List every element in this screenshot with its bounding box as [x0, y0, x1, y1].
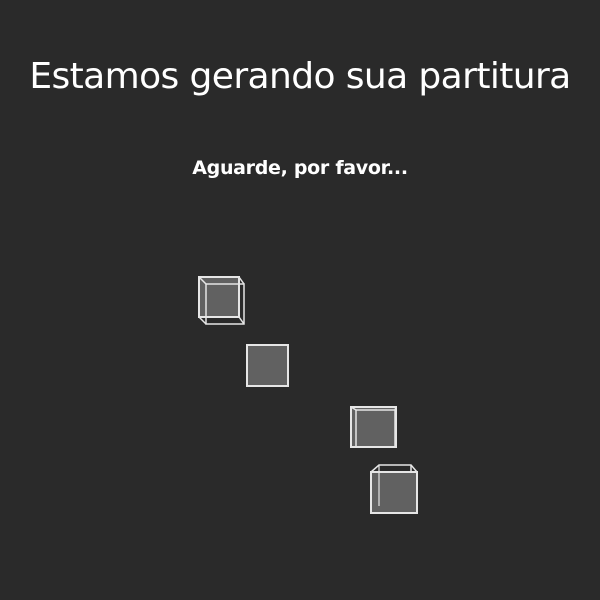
cube-icon — [198, 276, 245, 325]
cube-icon — [370, 464, 418, 514]
cube-icon — [350, 406, 397, 448]
cube-icon — [246, 344, 289, 387]
loading-screen: Estamos gerando sua partitura Aguarde, p… — [0, 0, 600, 600]
loading-cubes-icon — [198, 276, 418, 514]
